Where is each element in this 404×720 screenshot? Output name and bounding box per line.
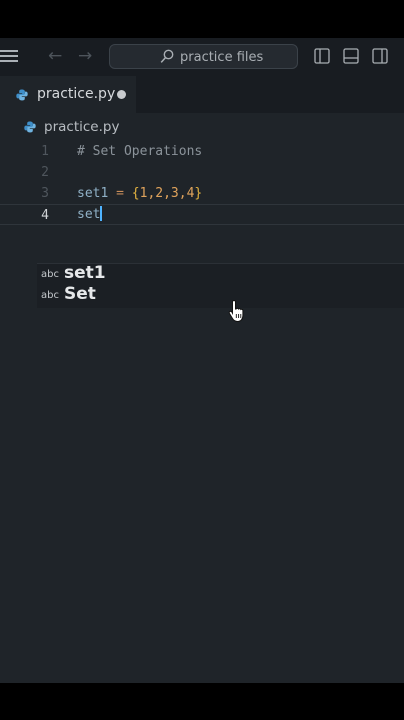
- line-number: 3: [41, 186, 49, 201]
- text-kind-icon: abc: [41, 290, 59, 301]
- code-line: 2: [0, 162, 404, 183]
- search-label: practice files: [180, 50, 264, 65]
- toggle-secondary-sidebar-icon[interactable]: [372, 48, 388, 64]
- toggle-sidebar-icon[interactable]: [314, 48, 330, 64]
- menu-icon[interactable]: [0, 50, 18, 64]
- code-text: set: [77, 204, 103, 225]
- back-arrow-icon[interactable]: ←: [48, 46, 62, 66]
- typed-text: set: [77, 207, 101, 222]
- tab-label: practice.py: [37, 86, 116, 102]
- variable-token: set1: [77, 186, 109, 201]
- python-file-icon: [16, 89, 28, 101]
- suggest-label: Set: [64, 284, 96, 304]
- editor-window: ← → practice files practice.py practice.…: [0, 38, 404, 683]
- line-number: 1: [41, 144, 49, 159]
- code-line-current: 4 set: [0, 204, 404, 225]
- code-line: 3 set1 = {1,2,3,4}: [0, 183, 404, 204]
- text-caret: [100, 206, 103, 221]
- breadcrumb-file[interactable]: practice.py: [44, 119, 119, 135]
- line-number: 4: [41, 208, 49, 223]
- suggest-item[interactable]: abc set1: [37, 263, 404, 285]
- brace-token: {: [131, 186, 140, 201]
- code-text: set1 = {1,2,3,4}: [77, 183, 202, 204]
- tab-bar: practice.py: [0, 76, 404, 115]
- line-number: 2: [41, 165, 49, 180]
- toggle-panel-icon[interactable]: [343, 48, 359, 64]
- code-text: # Set Operations: [77, 144, 203, 159]
- tab-practice-py[interactable]: practice.py: [0, 76, 136, 115]
- breadcrumb: practice.py: [0, 113, 404, 141]
- code-line: 1 # Set Operations: [0, 141, 404, 162]
- suggest-label: set1: [64, 263, 106, 283]
- text-kind-icon: abc: [41, 269, 59, 280]
- hand-pointer-icon: [228, 299, 244, 323]
- python-file-icon: [24, 121, 36, 133]
- command-center-search[interactable]: practice files: [109, 44, 298, 69]
- code-editor[interactable]: 1 # Set Operations 2 3 set1 = {1,2,3,4} …: [0, 141, 404, 261]
- forward-arrow-icon[interactable]: →: [78, 46, 92, 66]
- unsaved-indicator-icon[interactable]: [117, 90, 126, 99]
- suggest-item[interactable]: abc Set: [37, 284, 404, 306]
- title-bar: ← → practice files: [0, 38, 404, 76]
- suggest-widget: abc set1 abc Set: [37, 263, 404, 308]
- number-token: 1,2,3,4: [139, 186, 195, 201]
- operator-token: =: [108, 186, 132, 201]
- search-icon: [160, 49, 174, 63]
- brace-token: }: [194, 186, 203, 201]
